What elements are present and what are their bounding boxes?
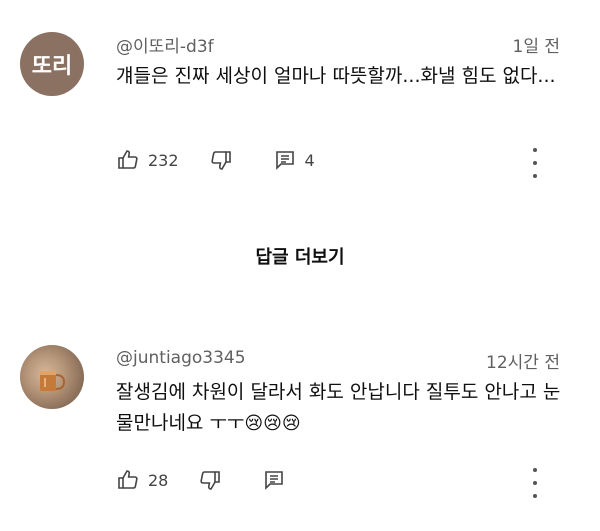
comment-text-body: 잘생김에 차원이 달라서 화도 안납니다 질투도 안나고 눈물만나네요 ㅜㅜ [116,381,561,434]
more-dot [533,481,537,485]
avatar-label: 또리 [31,54,73,79]
thumbs-down-icon[interactable] [209,148,233,172]
comment-timestamp[interactable]: 12시간 전 [486,348,560,373]
comment-text-body: 걔들은 진짜 세상이 얼마나 따뜻할까...화낼 힘도 없다... [116,65,556,87]
avatar[interactable] [20,345,84,409]
more-vertical-icon[interactable] [523,468,547,498]
more-dot [533,494,537,498]
more-vertical-icon[interactable] [523,148,547,178]
reply-count[interactable]: 4 [305,151,315,170]
avatar[interactable]: 또리 [20,32,84,96]
like-count: 28 [148,470,169,490]
thumbs-down-icon[interactable] [198,468,222,492]
crying-emoji: 😢😢😢 [244,413,301,434]
mug-image [40,371,66,391]
comment-author[interactable]: @juntiago3345 [116,348,246,368]
more-dot [533,148,537,152]
like-count: 232 [148,150,179,170]
more-dot [533,174,537,178]
more-dot [533,161,537,165]
thumbs-up-icon[interactable] [116,468,140,492]
comment-author[interactable]: @이또리-d3f [116,32,214,57]
more-dot [533,468,537,472]
comment-icon[interactable] [273,148,297,172]
comment-text: 잘생김에 차원이 달라서 화도 안납니다 질투도 안나고 눈물만나네요 ㅜㅜ😢😢… [116,377,566,439]
comment-timestamp[interactable]: 1일 전 [513,32,561,57]
comment-icon[interactable] [262,468,286,492]
more-replies-button[interactable]: 답글 더보기 [0,243,600,269]
comment-actions: 28 [116,468,286,492]
comment-text: 걔들은 진짜 세상이 얼마나 따뜻할까...화낼 힘도 없다... [116,61,566,92]
thumbs-up-icon[interactable] [116,148,140,172]
comment-actions: 232 4 [116,148,315,172]
